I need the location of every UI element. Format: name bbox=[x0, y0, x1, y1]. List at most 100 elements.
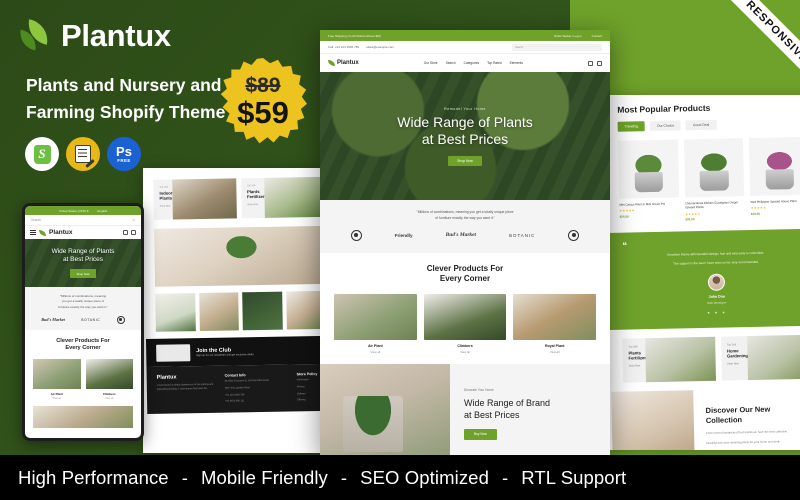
product-rating: ★★★★★ bbox=[619, 208, 635, 214]
left-gallery bbox=[155, 290, 326, 332]
promo-sub[interactable]: Shop Now bbox=[629, 364, 647, 367]
brand-logo-emblem bbox=[568, 229, 580, 241]
promo-section: Decorate Your Home Wide Range of Brand at… bbox=[320, 363, 610, 455]
announcement-text: Free Shipping On All Orders Above $60 bbox=[328, 33, 381, 38]
mobile-language-selector[interactable]: English bbox=[97, 209, 107, 213]
product-card[interactable]: Red Philippine Spotted House Plant ★★★★★… bbox=[749, 136, 800, 220]
nav-item-our-store[interactable]: Our Store bbox=[424, 61, 438, 65]
nav-logo[interactable]: Plantux bbox=[337, 60, 359, 66]
discover-section: Discover Our New Collection From several … bbox=[611, 387, 800, 450]
brand-header: Plantux bbox=[17, 18, 171, 54]
footer-policy-link[interactable]: Privacy bbox=[297, 385, 318, 390]
order-status-link[interactable]: Order Status / Log in bbox=[554, 34, 582, 38]
category-card[interactable]: Climbers View all bbox=[423, 294, 507, 354]
promo-card[interactable]: Top Sell Plants Fertilizer Shop Now bbox=[622, 336, 716, 383]
promo-title-line1: Indoor bbox=[159, 190, 173, 196]
promo-card[interactable]: Top Sell Home Gardening Shop Now bbox=[720, 334, 800, 381]
promo-card[interactable]: Top Sell Indoor Plants Shop Now bbox=[153, 178, 237, 220]
footer-logo: Plantux bbox=[156, 374, 177, 381]
category-card[interactable]: Air Plant View all bbox=[33, 358, 81, 400]
nav-item-search[interactable]: Search bbox=[446, 61, 456, 65]
category-image bbox=[85, 358, 133, 389]
category-view-all[interactable]: View all bbox=[86, 397, 134, 400]
carousel-dots[interactable]: ● ● ● bbox=[624, 307, 800, 316]
club-image bbox=[156, 343, 191, 362]
product-card[interactable]: Chamaedorea Elefans Eucalyptus Ginger Up… bbox=[683, 138, 745, 222]
category-image bbox=[33, 358, 81, 389]
product-image bbox=[683, 138, 745, 198]
mobile-search-input[interactable]: Search ⚲ bbox=[25, 215, 141, 226]
mobile-hero-line1: Wide Range of Plants bbox=[51, 247, 115, 255]
footer-policy-link[interactable]: Information bbox=[297, 378, 318, 383]
promo-buy-button[interactable]: Buy Now bbox=[464, 428, 497, 440]
mobile-products-section: Clever Products For Every Corner Air Plan… bbox=[25, 330, 141, 428]
gallery-image[interactable] bbox=[155, 293, 196, 332]
feature-high-performance: High Performance bbox=[18, 466, 169, 488]
promo-sub[interactable]: Shop Now bbox=[247, 203, 265, 206]
hamburger-icon[interactable] bbox=[30, 229, 36, 236]
tab-our-choice[interactable]: Our Choice bbox=[649, 120, 682, 132]
product-price: $32.00 bbox=[685, 217, 695, 222]
testimonial-section: ❝ Excellent theme with beautiful design,… bbox=[607, 228, 800, 330]
search-input[interactable]: Search bbox=[512, 43, 602, 51]
category-card[interactable]: Royal Plant View all bbox=[513, 294, 597, 354]
promo-title-line1: Plants bbox=[246, 188, 260, 195]
promo-title-line2: Plants bbox=[159, 195, 173, 202]
footer-policy-link[interactable]: Offering bbox=[297, 398, 318, 403]
product-name: Chamaedorea Elefans Eucalyptus Ginger Up… bbox=[684, 200, 739, 210]
ps-free-label: FREE bbox=[117, 157, 131, 163]
left-desktop-mockup: Top Sell Indoor Plants Shop Now Top Sell … bbox=[143, 168, 333, 453]
right-promo-cards: Top Sell Plants Fertilizer Shop Now Top S… bbox=[610, 325, 800, 383]
category-view-all[interactable]: View all bbox=[33, 397, 81, 400]
feature-separator: - bbox=[181, 466, 188, 488]
info-bar: Call: +91 123 4566 789 sales@example.com… bbox=[320, 41, 610, 54]
feature-rtl-support: RTL Support bbox=[521, 466, 627, 488]
testimonial-text: Excellent theme with beautiful design, f… bbox=[667, 250, 765, 257]
category-view-all[interactable]: View all bbox=[334, 350, 417, 354]
product-image bbox=[617, 139, 679, 199]
gallery-image[interactable] bbox=[242, 291, 283, 331]
mobile-logo[interactable]: Plantux bbox=[49, 229, 72, 236]
hero-eyebrow: Remodel Your Home bbox=[444, 106, 486, 111]
club-sub: Sign up for our newsletter and get exclu… bbox=[196, 352, 255, 357]
footer-policy-link[interactable]: Delivery bbox=[297, 392, 318, 397]
promo-card[interactable]: Top Sell Plants Fertilizer Shop Now bbox=[240, 176, 324, 219]
user-icon[interactable] bbox=[587, 60, 593, 66]
nav-item-top-rated[interactable]: Top Rated bbox=[487, 61, 502, 65]
contact-link[interactable]: Contact bbox=[592, 34, 602, 38]
category-view-all[interactable]: View all bbox=[424, 350, 507, 354]
category-view-all[interactable]: View all bbox=[513, 350, 596, 354]
mobile-shop-button[interactable]: Shop Now bbox=[69, 269, 97, 279]
phone-text: Call: +91 123 4566 789 bbox=[328, 45, 360, 49]
search-icon[interactable]: ⚲ bbox=[133, 218, 135, 222]
nav-item-categories[interactable]: Categories bbox=[464, 61, 479, 65]
footer-contact-heading: Contact Info bbox=[224, 373, 246, 378]
brand-logo-buds-market: Bud's Market bbox=[41, 317, 65, 323]
promo-banner: Top Sell Indoor Plants Shop Now Top Sell … bbox=[0, 0, 800, 500]
products-title-line1: Clever Products For bbox=[426, 263, 504, 273]
cart-icon[interactable] bbox=[596, 60, 602, 66]
mobile-country-selector[interactable]: United States (USD) $ bbox=[59, 209, 89, 213]
discover-body: beautiful and more stunning plants for y… bbox=[706, 439, 781, 445]
left-hero-image bbox=[154, 225, 326, 287]
product-image bbox=[749, 136, 800, 196]
tab-good-deal[interactable]: Good Deal bbox=[685, 119, 717, 131]
cart-icon[interactable] bbox=[131, 230, 136, 235]
category-name: Climbers bbox=[102, 391, 116, 396]
footer-contact-line: 66 Wise Crescent St, 101 NW 33rd Street bbox=[224, 378, 270, 383]
user-icon[interactable] bbox=[123, 230, 128, 235]
hero-shop-button[interactable]: Shop Now bbox=[448, 155, 482, 166]
hero-section: Remodel Your Home Wide Range of Plants at… bbox=[320, 72, 610, 200]
ribbon-label: RESPONSIVE bbox=[709, 0, 800, 100]
nav-item-elements[interactable]: Elements bbox=[510, 61, 523, 65]
category-image bbox=[334, 294, 417, 341]
promo-sub[interactable]: Shop Now bbox=[160, 204, 173, 207]
gallery-image[interactable] bbox=[198, 292, 239, 332]
category-card[interactable]: Air Plant View all bbox=[334, 294, 417, 354]
product-card[interactable]: Mini Cactus Plant In Mist Green Pot ★★★★… bbox=[617, 139, 679, 222]
feature-separator: - bbox=[501, 466, 509, 488]
promo-sub[interactable]: Shop Now bbox=[727, 362, 748, 365]
tab-trending[interactable]: Trending bbox=[617, 121, 646, 132]
brands-section: "Millions of combinations, meaning you g… bbox=[320, 200, 610, 253]
category-card[interactable]: Climbers View all bbox=[85, 358, 134, 400]
